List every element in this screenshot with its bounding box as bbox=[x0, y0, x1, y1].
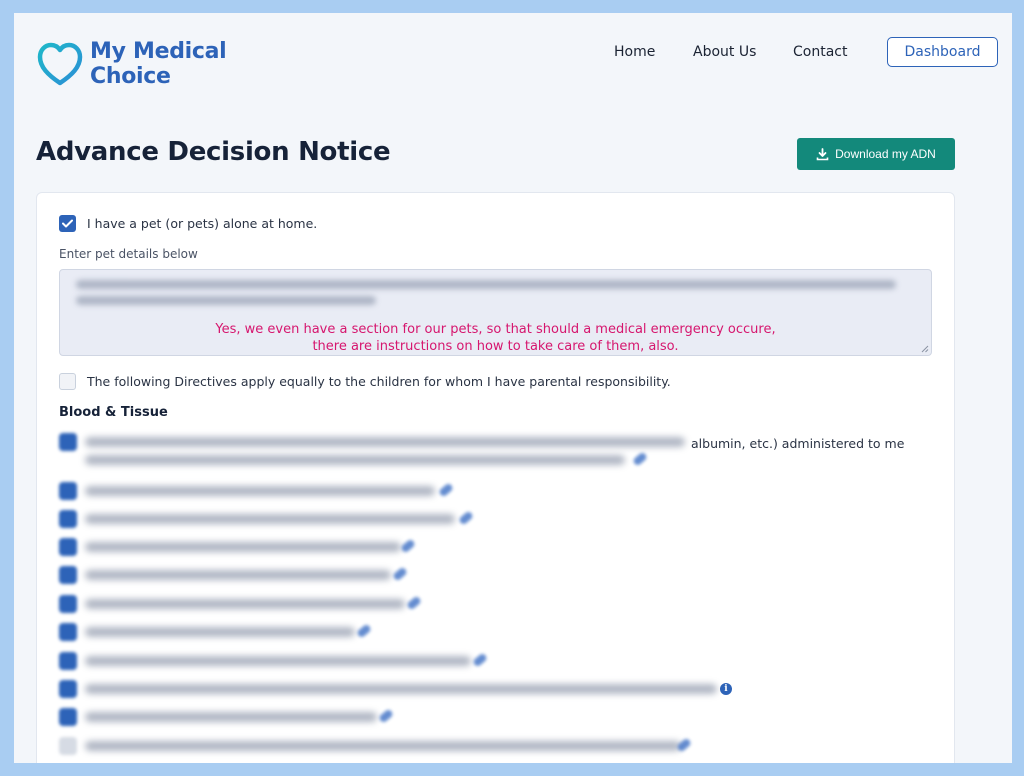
edit-icon[interactable] bbox=[676, 737, 692, 753]
download-adn-label: Download my ADN bbox=[835, 147, 936, 161]
blurred-pet-details bbox=[76, 296, 376, 305]
blurred-pet-details bbox=[76, 280, 896, 289]
pets-checkbox[interactable] bbox=[59, 215, 76, 232]
blurred-directive-text bbox=[85, 486, 435, 496]
pet-details-label: Enter pet details below bbox=[59, 247, 198, 261]
blurred-directive-text bbox=[85, 627, 355, 637]
edit-icon[interactable] bbox=[378, 708, 394, 724]
pet-section-annotation: Yes, we even have a section for our pets… bbox=[60, 321, 931, 355]
edit-icon[interactable] bbox=[392, 566, 408, 582]
nav-home-link[interactable]: Home bbox=[614, 44, 655, 60]
pet-details-textarea[interactable]: Yes, we even have a section for our pets… bbox=[59, 269, 932, 356]
page-title: Advance Decision Notice bbox=[36, 137, 391, 167]
pets-option: I have a pet (or pets) alone at home. bbox=[59, 215, 317, 232]
info-icon[interactable]: i bbox=[720, 683, 732, 695]
directive-checkbox[interactable] bbox=[59, 680, 77, 698]
edit-icon[interactable] bbox=[438, 482, 454, 498]
edit-icon[interactable] bbox=[400, 538, 416, 554]
directive-checkbox[interactable] bbox=[59, 652, 77, 670]
directive-text-fragment: albumin, etc.) administered to me bbox=[691, 436, 905, 451]
main-nav: Home About Us Contact Dashboard bbox=[14, 37, 1012, 69]
edit-icon[interactable] bbox=[356, 623, 372, 639]
directives-form-card: I have a pet (or pets) alone at home. En… bbox=[36, 192, 955, 763]
directive-checkbox[interactable] bbox=[59, 708, 77, 726]
directive-checkbox[interactable] bbox=[59, 737, 77, 755]
blurred-directive-text bbox=[85, 599, 405, 609]
directive-checkbox[interactable] bbox=[59, 482, 77, 500]
edit-icon[interactable] bbox=[632, 451, 648, 467]
resize-handle-icon[interactable] bbox=[921, 345, 929, 353]
children-option: The following Directives apply equally t… bbox=[59, 373, 671, 390]
download-adn-button[interactable]: Download my ADN bbox=[797, 138, 955, 170]
edit-icon[interactable] bbox=[406, 595, 422, 611]
children-checkbox-label: The following Directives apply equally t… bbox=[87, 374, 671, 389]
edit-icon[interactable] bbox=[458, 510, 474, 526]
dashboard-button[interactable]: Dashboard bbox=[887, 37, 998, 67]
directive-checkbox[interactable] bbox=[59, 538, 77, 556]
annotation-line-2: there are instructions on how to take ca… bbox=[312, 339, 679, 354]
blurred-directive-text bbox=[85, 542, 401, 552]
directive-checkbox[interactable] bbox=[59, 566, 77, 584]
blood-tissue-heading: Blood & Tissue bbox=[59, 405, 168, 420]
directive-checkbox[interactable] bbox=[59, 595, 77, 613]
blurred-directive-text bbox=[85, 741, 681, 751]
directive-checkbox[interactable] bbox=[59, 623, 77, 641]
children-checkbox[interactable] bbox=[59, 373, 76, 390]
directive-checkbox[interactable] bbox=[59, 510, 77, 528]
annotation-line-1: Yes, we even have a section for our pets… bbox=[215, 322, 776, 337]
blurred-directive-text bbox=[85, 656, 471, 666]
edit-icon[interactable] bbox=[472, 652, 488, 668]
download-icon bbox=[816, 147, 829, 160]
blurred-directive-text bbox=[85, 455, 625, 465]
blurred-directive-text bbox=[85, 570, 391, 580]
blurred-directive-text bbox=[85, 712, 377, 722]
nav-contact-link[interactable]: Contact bbox=[793, 44, 847, 60]
blurred-directive-text bbox=[85, 684, 717, 694]
blurred-directive-text bbox=[85, 437, 685, 447]
app-window: My Medical Choice Home About Us Contact … bbox=[14, 13, 1012, 763]
pets-checkbox-label: I have a pet (or pets) alone at home. bbox=[87, 216, 318, 231]
directive-checkbox[interactable] bbox=[59, 433, 77, 451]
blurred-directive-text bbox=[85, 514, 455, 524]
check-icon bbox=[62, 219, 73, 228]
nav-about-link[interactable]: About Us bbox=[693, 44, 756, 60]
